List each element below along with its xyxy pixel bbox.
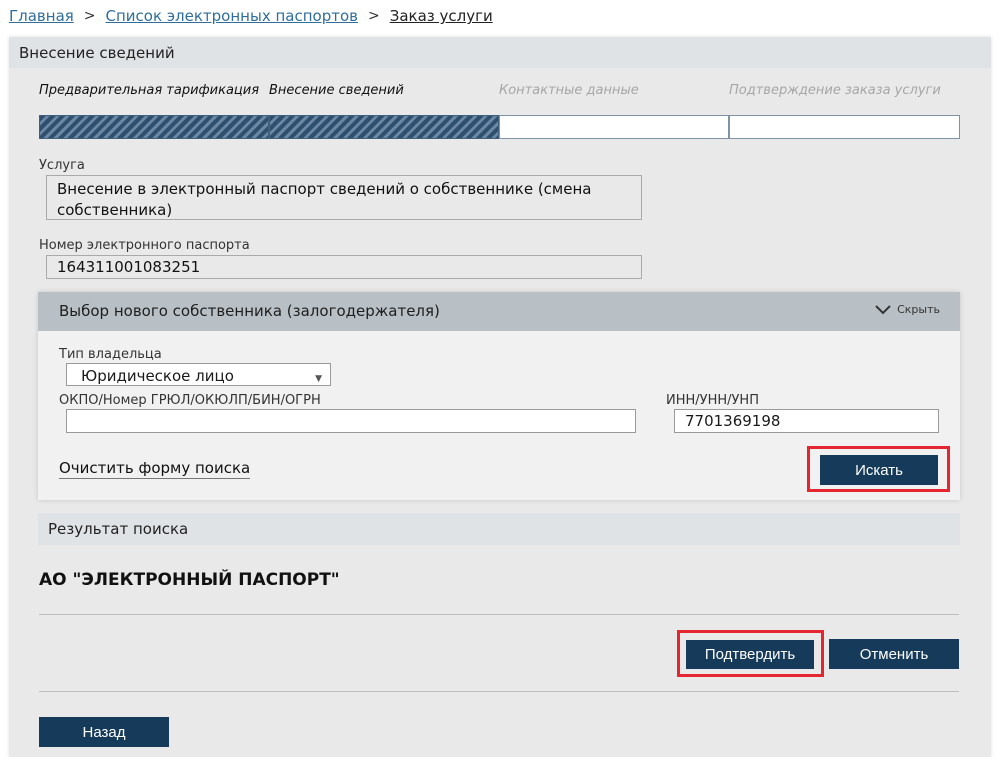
caret-down-icon: ▼	[315, 374, 322, 384]
main-panel: Внесение сведений Предварительная тарифи…	[9, 37, 991, 757]
result-organization-name: АО "ЭЛЕКТРОННЫЙ ПАСПОРТ"	[39, 570, 340, 590]
inn-input[interactable]: 7701369198	[674, 409, 939, 433]
owner-type-select[interactable]: Юридическое лицо ▼	[66, 363, 331, 386]
owner-type-value: Юридическое лицо	[81, 367, 234, 385]
owner-search-panel: Выбор нового собственника (залогодержате…	[38, 292, 960, 500]
service-label: Услуга	[39, 158, 85, 173]
breadcrumb: Главная > Список электронных паспортов >…	[9, 6, 493, 26]
passport-number-label: Номер электронного паспорта	[39, 238, 250, 253]
progress-bar	[39, 115, 960, 139]
okpo-label: ОКПО/Номер ГРЮЛ/ОКЮЛП/БИН/ОГРН	[59, 393, 321, 408]
search-result-title: Результат поиска	[38, 513, 960, 545]
owner-search-title-text: Выбор нового собственника (залогодержате…	[59, 302, 440, 320]
step-label-contacts: Контактные данные	[499, 83, 639, 98]
progress-segment-confirmation	[729, 115, 960, 139]
collapse-toggle[interactable]: Скрыть	[875, 303, 940, 316]
breadcrumb-home-link[interactable]: Главная	[9, 7, 74, 25]
step-labels: Предварительная тарификация Внесение све…	[39, 83, 960, 103]
inn-label: ИНН/УНН/УНП	[666, 393, 759, 408]
step-label-data-entry: Внесение сведений	[269, 83, 404, 98]
okpo-input[interactable]	[66, 409, 636, 433]
progress-segment-data-entry	[269, 115, 499, 139]
chevron-down-icon	[875, 304, 891, 314]
progress-segment-contacts	[499, 115, 729, 139]
progress-segment-tariff	[39, 115, 269, 139]
service-field: Внесение в электронный паспорт сведений …	[46, 175, 642, 220]
back-button[interactable]: Назад	[39, 717, 169, 747]
breadcrumb-chevron-icon: >	[367, 8, 380, 24]
owner-search-title: Выбор нового собственника (залогодержате…	[38, 292, 960, 331]
passport-number-field: 164311001083251	[46, 255, 642, 279]
step-label-tariff: Предварительная тарификация	[39, 83, 260, 98]
clear-search-button[interactable]: Очистить форму поиска	[59, 459, 251, 479]
breadcrumb-chevron-icon: >	[83, 8, 96, 24]
result-divider-bottom	[39, 691, 959, 692]
breadcrumb-current: Заказ услуги	[389, 7, 493, 25]
breadcrumb-passport-list-link[interactable]: Список электронных паспортов	[106, 7, 358, 25]
confirm-button[interactable]: Подтвердить	[686, 640, 814, 669]
search-button[interactable]: Искать	[820, 455, 938, 485]
panel-title: Внесение сведений	[9, 37, 991, 68]
result-divider-top	[39, 614, 959, 615]
owner-type-label: Тип владельца	[59, 347, 162, 362]
cancel-button[interactable]: Отменить	[829, 639, 959, 669]
step-label-confirmation: Подтверждение заказа услуги	[729, 83, 941, 98]
collapse-label: Скрыть	[897, 303, 940, 316]
